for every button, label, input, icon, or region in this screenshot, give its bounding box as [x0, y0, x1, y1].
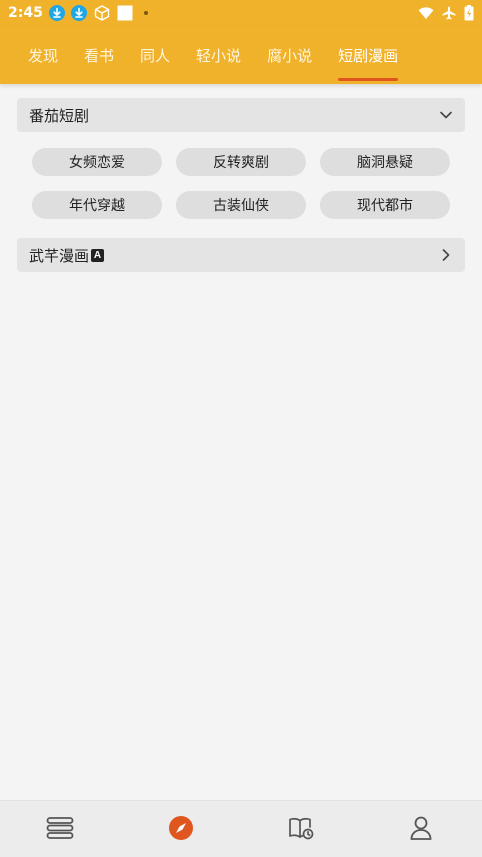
tab-label: 腐小说: [267, 46, 313, 65]
group-header-fanqie-short-drama[interactable]: 番茄短剧: [17, 98, 465, 132]
status-time: 2:45: [8, 5, 43, 21]
tab-label: 短剧漫画: [338, 46, 399, 65]
chip-label: 反转爽剧: [213, 155, 269, 171]
tab-label: 看书: [84, 46, 115, 65]
chip-label: 古装仙侠: [213, 198, 269, 214]
chevron-right-icon: [439, 248, 453, 262]
tab-discover[interactable]: 发现: [15, 26, 71, 84]
dot-icon: [139, 6, 153, 20]
tab-label: 轻小说: [196, 46, 242, 65]
group-title: 番茄短剧: [29, 106, 90, 125]
download-icon: [48, 5, 65, 21]
reading-history-icon: [287, 815, 315, 845]
bookshelf-icon: [46, 815, 74, 845]
chip-category[interactable]: 古装仙侠: [176, 191, 306, 219]
tab-light-novel[interactable]: 轻小说: [183, 26, 254, 84]
profile-icon: [409, 815, 433, 845]
chip-category[interactable]: 反转爽剧: [176, 148, 306, 176]
download-icon: [70, 5, 87, 21]
tab-short-drama-comics[interactable]: 短剧漫画: [325, 26, 411, 84]
chip-label: 脑洞悬疑: [357, 155, 413, 171]
chip-label: 女频恋爱: [69, 155, 125, 171]
tab-bl-novel[interactable]: 腐小说: [254, 26, 325, 84]
discover-compass-icon: [168, 815, 194, 845]
chip-label: 现代都市: [357, 198, 413, 214]
group-header-wuqian-comics[interactable]: 武芊漫画 A: [17, 238, 465, 272]
top-tab-bar: 发现 看书 同人 轻小说 腐小说 短剧漫画: [0, 26, 482, 84]
tab-label: 同人: [140, 46, 171, 65]
nav-reading-history[interactable]: [286, 815, 316, 845]
chip-category[interactable]: 女频恋爱: [32, 148, 162, 176]
tab-label: 发现: [28, 46, 59, 65]
source-badge: A: [91, 248, 105, 262]
status-bar: 2:45: [0, 0, 482, 26]
square-icon: [117, 5, 133, 21]
nav-discover[interactable]: [166, 815, 196, 845]
chip-label: 年代穿越: [69, 198, 125, 214]
airplane-icon: [442, 6, 456, 20]
chip-category[interactable]: 年代穿越: [32, 191, 162, 219]
chevron-down-icon: [439, 108, 453, 122]
nav-profile[interactable]: [406, 815, 436, 845]
chip-category[interactable]: 现代都市: [320, 191, 450, 219]
battery-charging-icon: [464, 5, 474, 21]
bottom-navigation: [0, 800, 482, 857]
tab-fanfic[interactable]: 同人: [127, 26, 183, 84]
nav-bookshelf[interactable]: [45, 815, 75, 845]
wifi-icon: [418, 6, 434, 20]
group-title: 武芊漫画: [29, 246, 90, 265]
chip-category[interactable]: 脑洞悬疑: [320, 148, 450, 176]
cube-icon: [93, 4, 111, 22]
status-right-icons: [410, 5, 474, 21]
tab-read[interactable]: 看书: [71, 26, 127, 84]
